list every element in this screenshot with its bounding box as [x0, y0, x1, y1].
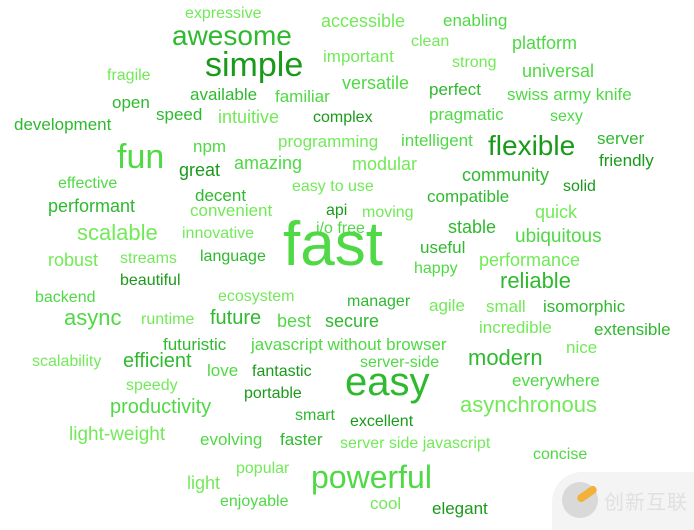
word: enabling [443, 11, 508, 30]
word: enjoyable [220, 493, 289, 510]
word: backend [35, 289, 96, 306]
word: platform [512, 33, 578, 53]
word: async [64, 305, 122, 330]
word: robust [48, 250, 99, 270]
word: fragile [107, 67, 151, 84]
word: ubiquitous [515, 226, 602, 247]
word: effective [58, 175, 118, 192]
word: smart [295, 407, 335, 424]
word: development [14, 115, 112, 134]
watermark-logo-icon [562, 482, 598, 518]
word: fantastic [252, 363, 312, 380]
word: scalable [77, 220, 158, 245]
word: reliable [500, 268, 571, 293]
word: runtime [141, 311, 195, 328]
word: extensible [594, 320, 671, 339]
word: innovative [182, 225, 255, 242]
word: fun [117, 138, 165, 176]
word: strong [452, 54, 497, 71]
word: powerful [311, 459, 432, 495]
word: elegant [432, 499, 488, 518]
word: portable [244, 385, 302, 402]
word: great [179, 160, 221, 180]
word: streams [120, 250, 177, 267]
word: isomorphic [543, 297, 626, 316]
word: npm [193, 137, 227, 156]
word: concise [533, 446, 588, 463]
word: popular [236, 460, 290, 477]
word: beautiful [120, 272, 181, 289]
word: intuitive [218, 107, 280, 127]
word: clean [411, 33, 450, 50]
word: scalability [32, 353, 102, 370]
word: happy [414, 260, 458, 277]
word: language [200, 248, 266, 265]
word: incredible [479, 318, 552, 337]
word: efficient [123, 350, 192, 372]
word: compatible [427, 187, 510, 206]
word: ecosystem [218, 288, 295, 305]
word: small [486, 297, 526, 316]
word: light [187, 473, 221, 493]
word: complex [313, 109, 373, 126]
word: friendly [599, 151, 654, 170]
word: speed [156, 105, 203, 124]
word: easy [345, 360, 430, 404]
word: programming [278, 132, 379, 151]
word: important [323, 47, 394, 66]
word: faster [280, 430, 323, 449]
word: perfect [429, 80, 481, 99]
word: server [597, 129, 645, 148]
word: agile [429, 296, 465, 315]
word: productivity [110, 396, 212, 418]
word: solid [563, 178, 596, 195]
word: javascript without browser [251, 335, 447, 354]
word: flexible [488, 130, 576, 161]
word: cool [370, 494, 402, 513]
word: community [462, 165, 550, 185]
word: quick [535, 202, 578, 222]
word: accessible [321, 11, 406, 31]
word: stable [448, 217, 497, 237]
word: future [210, 307, 262, 329]
word: available [190, 85, 258, 104]
word: convenient [190, 201, 273, 220]
word: useful [420, 238, 466, 257]
word: speedy [126, 377, 178, 394]
word: light-weight [69, 424, 166, 445]
word: asynchronous [460, 392, 597, 417]
word: manager [347, 293, 411, 310]
word: server side javascript [340, 435, 491, 452]
watermark: 创新互联 [552, 472, 694, 530]
word: simple [205, 46, 304, 84]
word: amazing [234, 153, 303, 173]
word-cloud: expressive accessible enabling awesome clean… [0, 0, 694, 530]
word: familiar [275, 87, 330, 106]
word: easy to use [292, 178, 374, 195]
word: excellent [350, 413, 414, 430]
word: sexy [550, 108, 583, 125]
word: modern [468, 345, 543, 370]
word: performance [479, 250, 581, 270]
word: fast [283, 210, 383, 279]
word: best [277, 311, 312, 331]
word: everywhere [512, 371, 600, 390]
word: universal [522, 61, 595, 81]
word: secure [325, 311, 380, 331]
word: swiss army knife [507, 85, 632, 104]
word: intelligent [401, 131, 473, 150]
word: pragmatic [429, 105, 504, 124]
watermark-text: 创新互联 [604, 490, 688, 514]
word: modular [352, 154, 418, 174]
word: open [112, 93, 150, 112]
word: love [207, 361, 239, 380]
word: evolving [200, 430, 263, 449]
word: versatile [342, 73, 410, 93]
word: nice [566, 338, 598, 357]
word: performant [48, 196, 136, 216]
